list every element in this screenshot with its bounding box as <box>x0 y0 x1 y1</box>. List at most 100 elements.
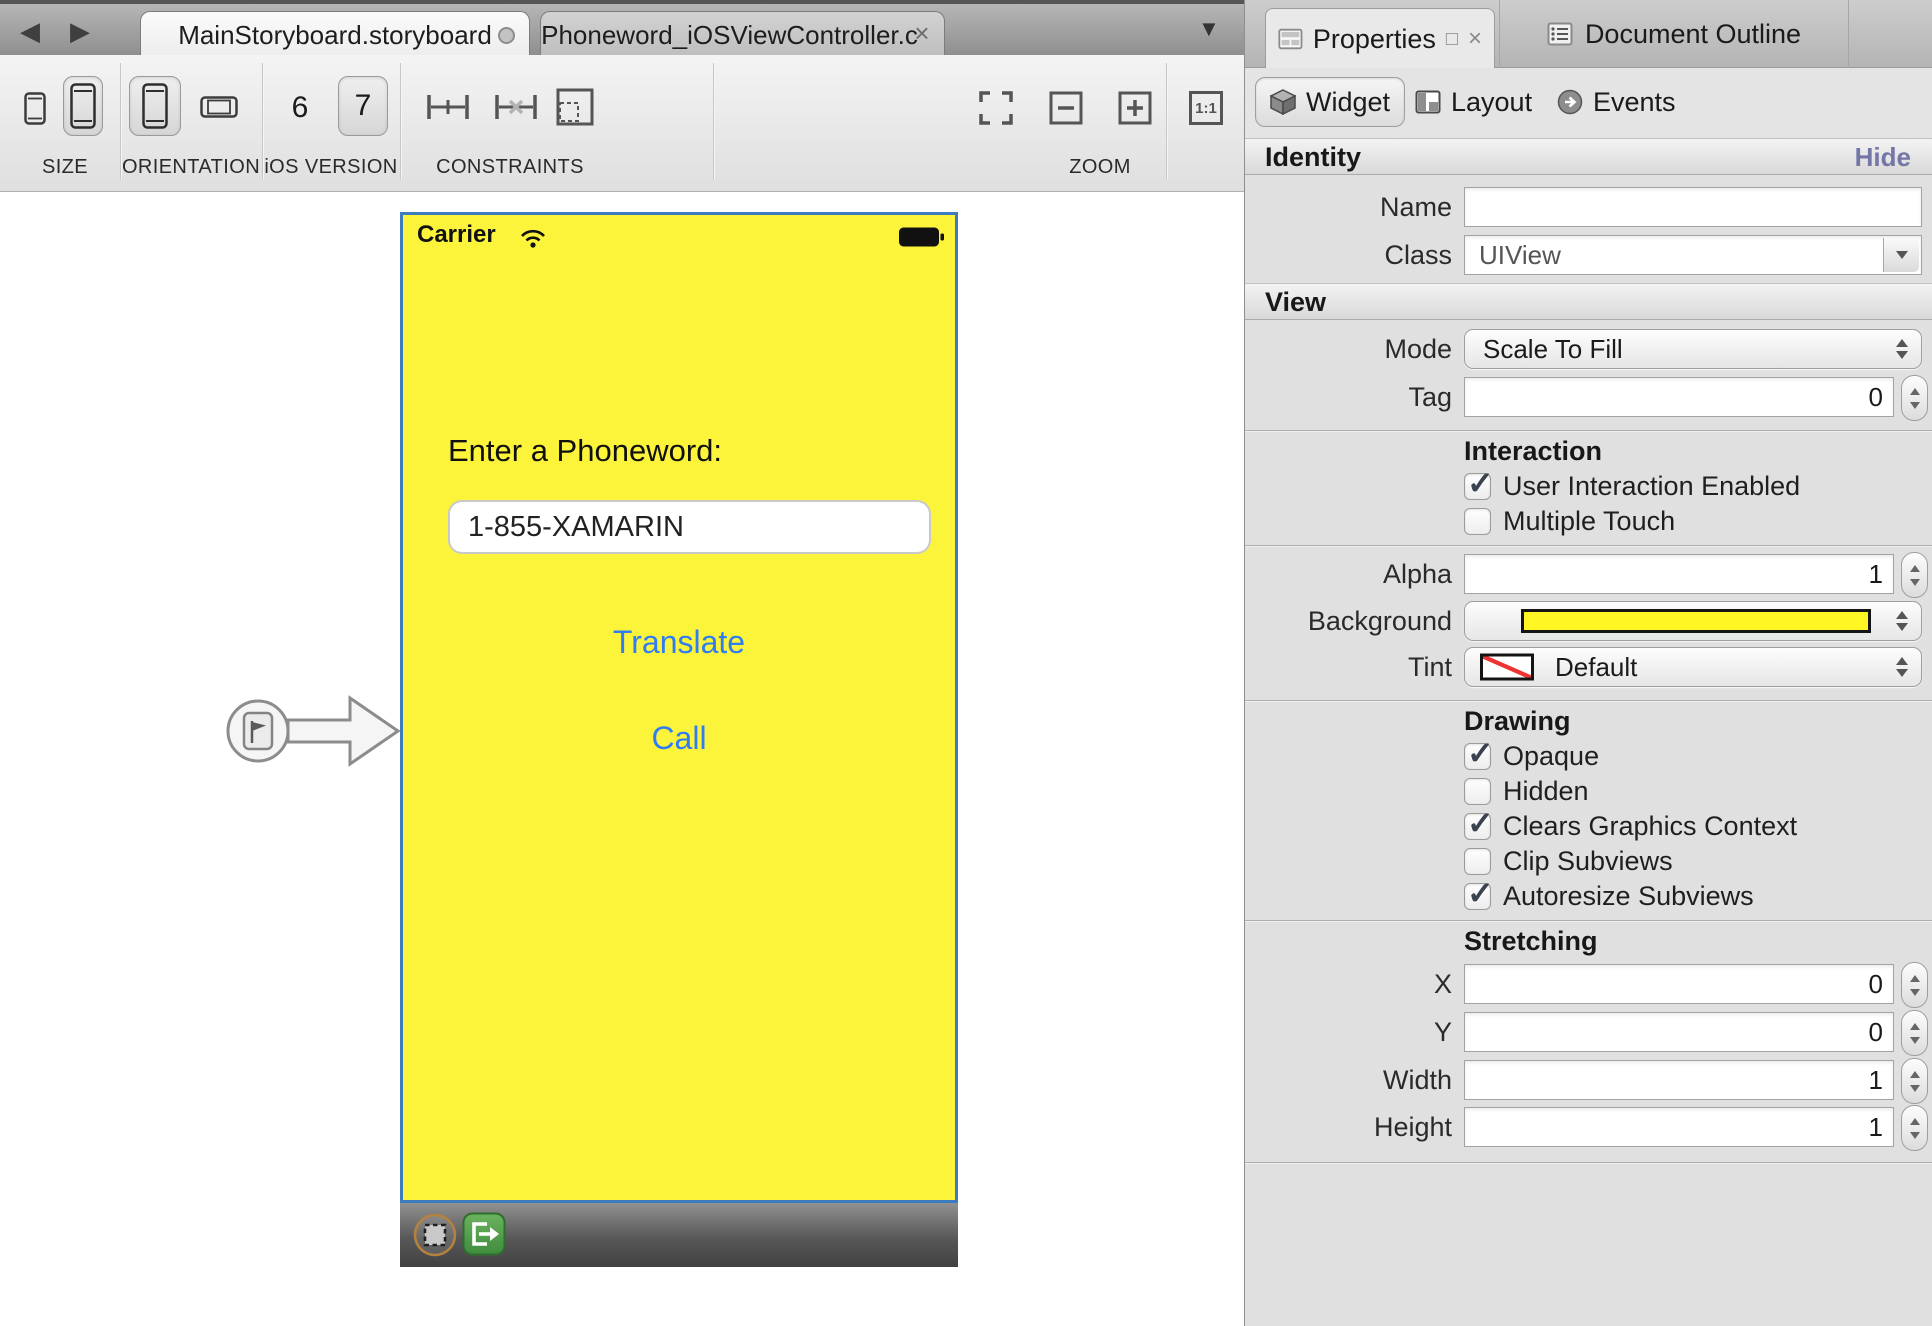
section-divider <box>1245 430 1932 431</box>
mode-events-button[interactable]: Events <box>1557 77 1676 127</box>
call-button[interactable]: Call <box>403 720 955 757</box>
checkbox-label: Opaque <box>1503 741 1599 772</box>
ios-version-6-button[interactable]: 6 <box>284 91 316 125</box>
zoom-actual-size-icon[interactable]: 1:1 <box>1189 91 1223 125</box>
class-dropdown-button[interactable] <box>1883 238 1919 272</box>
tab-document-outline[interactable]: Document Outline <box>1499 0 1849 68</box>
stretch-y-field[interactable] <box>1464 1012 1894 1052</box>
stretch-width-stepper[interactable] <box>1901 1058 1928 1104</box>
popup-arrows-icon <box>1896 657 1908 677</box>
stretch-height-field[interactable] <box>1464 1107 1894 1147</box>
checkbox[interactable]: ✓ <box>1464 743 1491 770</box>
designer-toolbar: 6 7 <box>0 55 1244 192</box>
clears-graphics-context-row[interactable]: ✓ Clears Graphics Context <box>1464 811 1797 841</box>
mode-widget-button[interactable]: Widget <box>1255 77 1405 127</box>
checkbox[interactable]: ✓ <box>1464 473 1491 500</box>
phoneword-input[interactable] <box>448 500 931 554</box>
zoom-in-icon[interactable] <box>1118 91 1152 125</box>
stretch-height-stepper[interactable] <box>1901 1105 1928 1151</box>
checkmark-icon: ✓ <box>1467 464 1494 502</box>
popup-arrows-icon <box>1896 611 1908 631</box>
iphone-tall-icon <box>70 83 96 129</box>
translate-button[interactable]: Translate <box>403 624 955 661</box>
history-back-button[interactable]: ◀ <box>12 14 48 48</box>
close-icon[interactable]: × <box>908 18 936 49</box>
iphone-tall-button[interactable] <box>63 76 103 136</box>
identity-section-header: Identity Hide <box>1245 138 1932 175</box>
design-canvas[interactable]: Carrier Enter a Phoneword: Translate Cal… <box>0 192 1244 1326</box>
y-label: Y <box>1434 1012 1452 1052</box>
flag-badge <box>244 713 272 749</box>
alpha-field[interactable] <box>1464 554 1894 594</box>
ios-version-7-label: 7 <box>355 89 372 123</box>
user-interaction-enabled-row[interactable]: ✓ User Interaction Enabled <box>1464 471 1800 501</box>
tab-mainstoryboard[interactable]: MainStoryboard.storyboard <box>140 11 530 59</box>
history-forward-button[interactable]: ▶ <box>62 14 98 48</box>
width-label: Width <box>1383 1060 1452 1100</box>
close-panel-icon[interactable]: × <box>1468 25 1482 53</box>
initial-viewcontroller-arrow[interactable] <box>222 688 404 774</box>
add-constraint-icon[interactable] <box>426 93 470 121</box>
exit-segue-icon[interactable] <box>462 1212 506 1256</box>
name-field[interactable] <box>1464 187 1922 227</box>
checkmark-icon: ✓ <box>1467 734 1494 772</box>
mode-popup[interactable]: Scale To Fill <box>1464 329 1922 369</box>
document-tabstrip: ◀ ▶ MainStoryboard.storyboard Phoneword_… <box>0 0 1244 55</box>
stretch-y-stepper[interactable] <box>1901 1010 1928 1056</box>
tint-popup[interactable]: Default <box>1464 647 1922 687</box>
multiple-touch-row[interactable]: Multiple Touch <box>1464 506 1675 536</box>
toolbar-divider <box>1166 63 1167 179</box>
remove-constraint-icon[interactable] <box>494 93 538 121</box>
tab-label: MainStoryboard.storyboard <box>178 20 492 51</box>
checkbox-label: Multiple Touch <box>1503 506 1675 537</box>
section-divider <box>1245 700 1932 701</box>
xamarin-designer-window: ◀ ▶ MainStoryboard.storyboard Phoneword_… <box>0 0 1932 1326</box>
checkbox[interactable]: ✓ <box>1464 883 1491 910</box>
hidden-row[interactable]: Hidden <box>1464 776 1589 806</box>
drawing-heading: Drawing <box>1464 707 1571 735</box>
viewcontroller-handle-icon[interactable] <box>412 1212 458 1258</box>
widget-cube-icon <box>1270 89 1296 115</box>
viewcontroller-screen[interactable]: Carrier Enter a Phoneword: Translate Cal… <box>400 212 958 1203</box>
tab-properties[interactable]: Properties □ × <box>1265 8 1495 69</box>
mode-layout-button[interactable]: Layout <box>1415 77 1532 127</box>
name-label: Name <box>1380 187 1452 227</box>
checkbox[interactable] <box>1464 778 1491 805</box>
orientation-landscape-icon[interactable] <box>200 96 238 118</box>
checkbox[interactable]: ✓ <box>1464 813 1491 840</box>
ios-version-7-button[interactable]: 7 <box>338 76 388 136</box>
zoom-out-icon[interactable] <box>1049 91 1083 125</box>
stretch-width-field[interactable] <box>1464 1060 1894 1100</box>
opaque-row[interactable]: ✓ Opaque <box>1464 741 1599 771</box>
clip-subviews-row[interactable]: Clip Subviews <box>1464 846 1673 876</box>
zoom-fit-icon[interactable] <box>979 91 1013 125</box>
widget-label: Widget <box>1306 87 1390 118</box>
view-title: View <box>1265 284 1326 320</box>
tint-label: Tint <box>1408 647 1452 687</box>
constraints-label: CONSTRAINTS <box>400 154 620 180</box>
checkbox[interactable] <box>1464 508 1491 535</box>
tag-stepper[interactable] <box>1901 375 1928 421</box>
detach-panel-icon[interactable]: □ <box>1446 28 1458 51</box>
background-popup[interactable] <box>1464 601 1922 641</box>
tab-viewcontroller[interactable]: Phoneword_iOSViewController.c × <box>540 11 945 59</box>
checkbox-label: Hidden <box>1503 776 1589 807</box>
checkbox[interactable] <box>1464 848 1491 875</box>
stretch-x-field[interactable] <box>1464 964 1894 1004</box>
orientation-portrait-button[interactable] <box>129 76 181 136</box>
events-label: Events <box>1593 87 1676 118</box>
iphone-small-icon[interactable] <box>24 92 46 125</box>
interaction-heading: Interaction <box>1464 437 1602 465</box>
class-combo[interactable]: UIView <box>1464 235 1922 275</box>
tag-field[interactable] <box>1464 377 1894 417</box>
checkbox-label: Clears Graphics Context <box>1503 811 1797 842</box>
height-label: Height <box>1374 1107 1452 1147</box>
tab-overflow-icon[interactable]: ▼ <box>1198 16 1220 42</box>
mode-label: Mode <box>1384 329 1452 369</box>
phoneword-prompt-label[interactable]: Enter a Phoneword: <box>448 433 722 469</box>
stretch-x-stepper[interactable] <box>1901 962 1928 1008</box>
autoresize-subviews-row[interactable]: ✓ Autoresize Subviews <box>1464 881 1754 911</box>
update-frames-icon[interactable] <box>556 88 594 126</box>
alpha-stepper[interactable] <box>1901 552 1928 598</box>
hide-link[interactable]: Hide <box>1855 139 1911 175</box>
